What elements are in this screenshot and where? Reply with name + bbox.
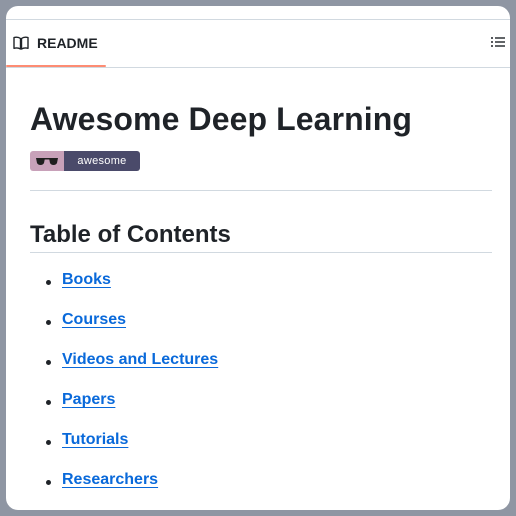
outline-button[interactable] xyxy=(490,34,506,50)
toc-link-tutorials[interactable]: Tutorials xyxy=(62,431,128,448)
list-unordered-icon xyxy=(490,37,506,54)
title-divider xyxy=(30,190,492,191)
list-item: Videos and Lectures xyxy=(45,348,218,388)
tab-readme[interactable]: README xyxy=(6,20,106,67)
list-item: Courses xyxy=(45,308,218,348)
toc-link-videos-and-lectures[interactable]: Videos and Lectures xyxy=(62,351,218,368)
toc-link-books[interactable]: Books xyxy=(62,271,111,288)
list-item: Books xyxy=(45,268,218,308)
list-item: Papers xyxy=(45,388,218,428)
toc-link-courses[interactable]: Courses xyxy=(62,311,126,328)
toc-list: Books Courses Videos and Lectures Papers… xyxy=(30,268,218,508)
readme-panel: README Awesome Deep Learning awesome Tab… xyxy=(6,6,510,510)
toc-divider xyxy=(30,252,492,253)
book-icon xyxy=(13,36,29,50)
list-item: Tutorials xyxy=(45,428,218,468)
awesome-badge[interactable]: awesome xyxy=(30,151,140,171)
toc-link-papers[interactable]: Papers xyxy=(62,391,115,408)
active-tab-underline xyxy=(6,65,106,67)
tab-readme-label: README xyxy=(37,35,98,51)
list-item: Researchers xyxy=(45,468,218,508)
toc-heading: Table of Contents xyxy=(30,221,231,248)
toc-link-researchers[interactable]: Researchers xyxy=(62,471,158,488)
badge-text: awesome xyxy=(64,151,140,171)
readme-header: README xyxy=(6,20,510,68)
sunglasses-icon xyxy=(30,151,64,171)
page-title: Awesome Deep Learning xyxy=(30,101,413,137)
